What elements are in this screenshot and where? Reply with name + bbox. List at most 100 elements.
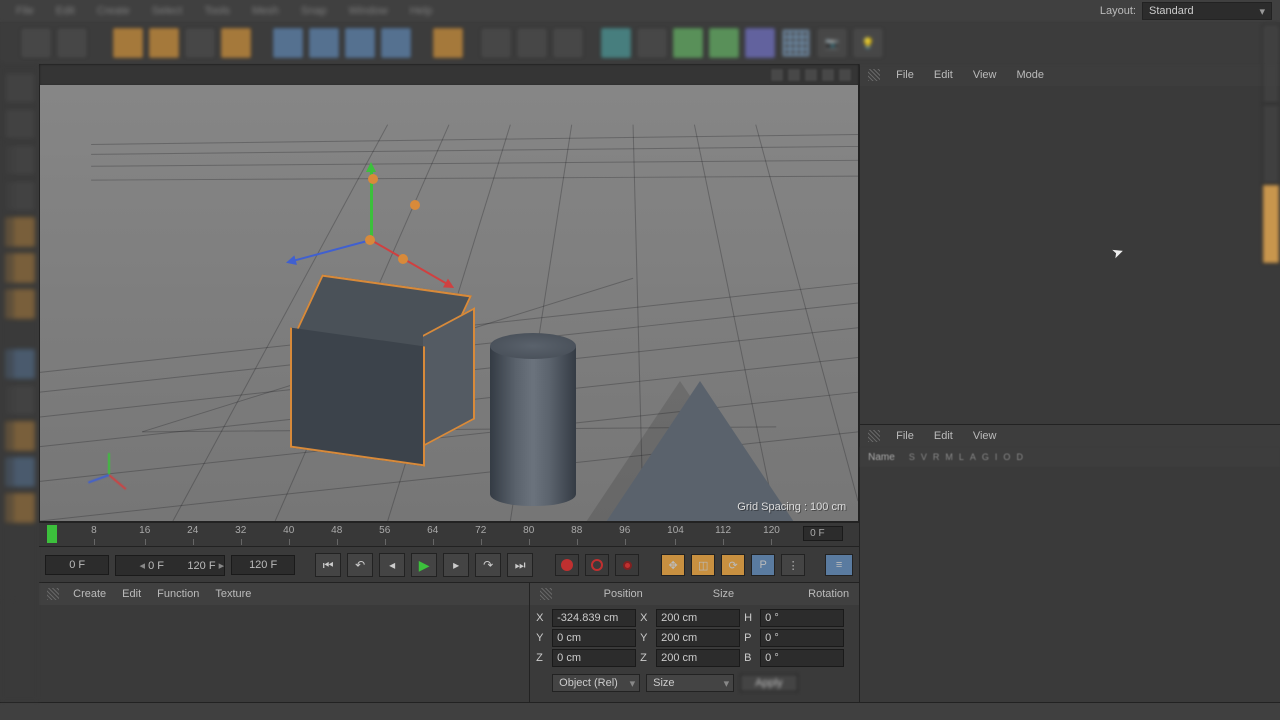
scale-tool-icon[interactable] [184, 27, 216, 59]
render-settings-icon[interactable] [552, 27, 584, 59]
key-params-icon[interactable]: P [751, 554, 775, 576]
viewport-nav-icon[interactable] [770, 68, 784, 82]
timeline-ruler[interactable]: 8 16 24 32 40 48 56 64 72 80 88 96 104 1… [39, 523, 859, 547]
z-position-field[interactable]: 0 cm [552, 649, 636, 667]
key-position-icon[interactable]: ✥ [661, 554, 685, 576]
coord-mode-dropdown[interactable]: Object (Rel) [552, 674, 640, 692]
next-key-button[interactable]: ↷ [475, 553, 501, 577]
obj-menu-view[interactable]: View [965, 67, 1005, 83]
panel-grip-icon[interactable] [540, 588, 551, 600]
render-pv-icon[interactable] [516, 27, 548, 59]
cylinder-primitive[interactable] [490, 333, 580, 513]
obj-menu-file[interactable]: File [888, 67, 922, 83]
menu-select[interactable]: Select [144, 3, 191, 19]
panel-grip-icon[interactable] [868, 69, 880, 81]
apply-button[interactable]: Apply [740, 674, 798, 692]
menu-help[interactable]: Help [402, 3, 441, 19]
camera-icon[interactable]: 📷 [816, 27, 848, 59]
playhead[interactable] [47, 525, 57, 543]
model-mode-icon[interactable] [4, 72, 36, 104]
environment-icon[interactable] [744, 27, 776, 59]
mat-menu-function[interactable]: Function [151, 586, 205, 602]
tab-objects[interactable] [1262, 24, 1280, 104]
menu-file[interactable]: File [8, 3, 42, 19]
attr-menu-file[interactable]: File [888, 428, 922, 444]
axis-y-icon[interactable] [308, 27, 340, 59]
panel-grip-icon[interactable] [868, 430, 880, 442]
menu-window[interactable]: Window [341, 3, 396, 19]
y-position-field[interactable]: 0 cm [552, 629, 636, 647]
primitive-icon[interactable] [600, 27, 632, 59]
current-frame-field[interactable]: 0 F [803, 526, 843, 541]
select-tool-icon[interactable] [112, 27, 144, 59]
mat-menu-texture[interactable]: Texture [209, 586, 257, 602]
key-scale-icon[interactable]: ◫ [691, 554, 715, 576]
object-mode-icon[interactable] [4, 108, 36, 140]
viewport-maximize-icon[interactable] [838, 68, 852, 82]
menu-create[interactable]: Create [89, 3, 138, 19]
mat-menu-edit[interactable]: Edit [116, 586, 147, 602]
viewport-move-icon[interactable] [787, 68, 801, 82]
size-mode-dropdown[interactable]: Size [646, 674, 734, 692]
render-region-icon[interactable] [480, 27, 512, 59]
y-size-field[interactable]: 200 cm [656, 629, 740, 647]
generator-icon[interactable] [672, 27, 704, 59]
panel-grip-icon[interactable] [47, 588, 59, 600]
obj-menu-edit[interactable]: Edit [926, 67, 961, 83]
x-label: X [536, 612, 548, 624]
light-icon[interactable]: 💡 [852, 27, 884, 59]
axis-x-icon[interactable] [272, 27, 304, 59]
h-rotation-field[interactable]: 0 ° [760, 609, 844, 627]
range-end-field[interactable]: 120 F [231, 555, 295, 575]
range-slider[interactable]: ◂ 0 F 120 F ▸ [115, 555, 225, 576]
coord-system-icon[interactable] [380, 27, 412, 59]
redo-icon[interactable] [56, 27, 88, 59]
attr-menu-view[interactable]: View [965, 428, 1005, 444]
goto-end-button[interactable]: ⏭ [507, 553, 533, 577]
cone-primitive[interactable] [560, 381, 840, 521]
axis-z-icon[interactable] [344, 27, 376, 59]
z-size-field[interactable]: 200 cm [656, 649, 740, 667]
tab-content[interactable] [1262, 104, 1280, 184]
floor-grid-icon[interactable] [780, 27, 812, 59]
animation-mode-icon[interactable]: ≡ [825, 554, 853, 576]
b-rotation-field[interactable]: 0 ° [760, 649, 844, 667]
next-frame-button[interactable]: ▸ [443, 553, 469, 577]
range-start-field[interactable]: 0 F [45, 555, 109, 575]
key-rotation-icon[interactable]: ⟳ [721, 554, 745, 576]
obj-menu-mode[interactable]: Mode [1009, 67, 1053, 83]
layout-dropdown[interactable]: Standard [1142, 2, 1272, 20]
menu-edit[interactable]: Edit [48, 3, 83, 19]
p-rotation-field[interactable]: 0 ° [760, 629, 844, 647]
grid-spacing-label: Grid Spacing : 100 cm [737, 501, 846, 513]
material-manager: Create Edit Function Texture [39, 583, 529, 702]
cube-primitive-selected[interactable] [280, 285, 470, 455]
attr-menu-edit[interactable]: Edit [926, 428, 961, 444]
render-icon[interactable] [432, 27, 464, 59]
autokey-button[interactable] [585, 554, 609, 576]
play-button[interactable]: ▶ [411, 553, 437, 577]
undo-icon[interactable] [20, 27, 52, 59]
main-menu[interactable]: File Edit Create Select Tools Mesh Snap … [8, 3, 440, 19]
prev-frame-button[interactable]: ◂ [379, 553, 405, 577]
menu-snap[interactable]: Snap [293, 3, 335, 19]
viewport[interactable]: Grid Spacing : 100 cm [39, 64, 859, 522]
keyframe-selection-button[interactable] [615, 554, 639, 576]
main-toolbar: 📷 💡 [0, 22, 1280, 64]
menu-mesh[interactable]: Mesh [244, 3, 287, 19]
mat-menu-create[interactable]: Create [67, 586, 112, 602]
deformer-icon[interactable] [708, 27, 740, 59]
tab-browser[interactable] [1262, 184, 1280, 264]
spline-icon[interactable] [636, 27, 668, 59]
viewport-zoom-icon[interactable] [804, 68, 818, 82]
move-tool-icon[interactable] [148, 27, 180, 59]
viewport-rotate-icon[interactable] [821, 68, 835, 82]
prev-key-button[interactable]: ↶ [347, 553, 373, 577]
x-position-field[interactable]: -324.839 cm [552, 609, 636, 627]
x-size-field[interactable]: 200 cm [656, 609, 740, 627]
menu-tools[interactable]: Tools [196, 3, 238, 19]
goto-start-button[interactable]: ⏮ [315, 553, 341, 577]
key-pla-icon[interactable]: ⋮ [781, 554, 805, 576]
rotate-tool-icon[interactable] [220, 27, 252, 59]
record-button[interactable] [555, 554, 579, 576]
